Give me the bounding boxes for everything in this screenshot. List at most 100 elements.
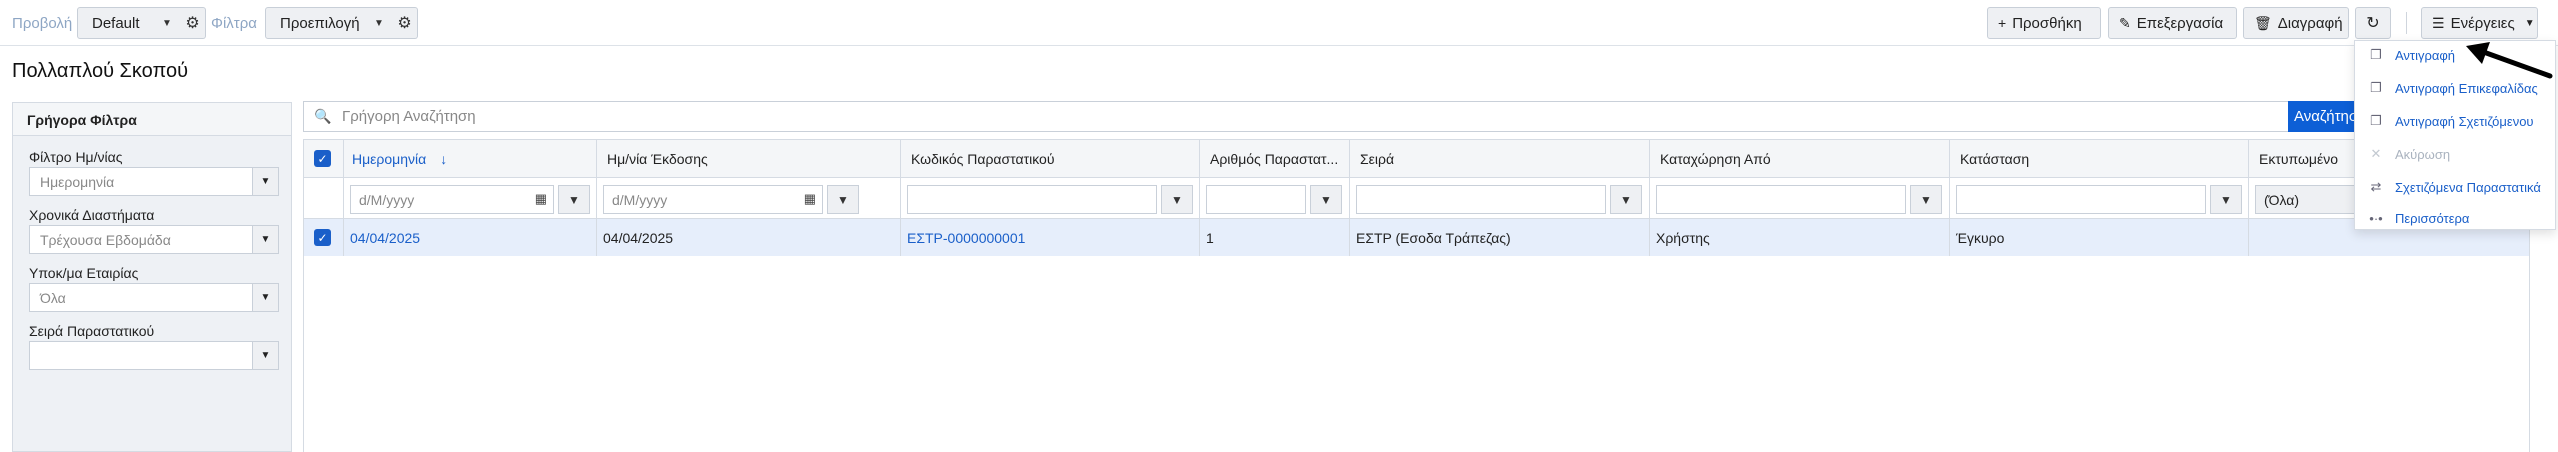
date-filter-input[interactable]: d/M/yyyy ▦	[350, 185, 554, 214]
period-filter-value: Τρέχουσα Εβδομάδα	[40, 231, 171, 248]
trash-icon: 🗑	[2254, 14, 2272, 31]
filter-cell-code: ▼	[901, 177, 1200, 219]
series-filter-input[interactable]	[1356, 185, 1606, 214]
menu-item-related-documents[interactable]: ⇄ Σχετιζόμενα Παραστατικά	[2367, 177, 2541, 197]
cell-created-by: Χρήστης	[1650, 219, 1950, 256]
filter-icon[interactable]: ▼	[1610, 185, 1642, 214]
filter-cell-series: ▼	[1350, 177, 1650, 219]
refresh-icon: ↻	[2366, 15, 2380, 32]
filter-icon[interactable]: ▼	[558, 185, 590, 214]
refresh-button[interactable]: ↻	[2355, 7, 2391, 39]
page-title: Πολλαπλού Σκοπού	[12, 60, 189, 82]
column-header-status[interactable]: Κατάσταση	[1950, 140, 2249, 177]
column-header-code[interactable]: Κωδικός Παραστατικού	[901, 140, 1200, 177]
column-header-date[interactable]: Ημερομηνία ↓	[344, 140, 597, 177]
add-button-label: Προσθήκη	[2012, 14, 2082, 32]
created-by-filter-input[interactable]	[1656, 185, 1906, 214]
filter-icon[interactable]: ▼	[2210, 185, 2242, 214]
code-filter-input[interactable]	[907, 185, 1157, 214]
column-header-date-label: Ημερομηνία	[352, 150, 427, 167]
toolbar: Προβολή Default ▼ ⚙ Φίλτρα Προεπιλογή ▼ …	[0, 0, 2558, 46]
copy-icon: ❐	[2370, 80, 2382, 95]
plus-icon: +	[1998, 15, 2007, 31]
filter-settings-gear-icon[interactable]: ⚙	[392, 7, 418, 39]
filter-cell-status: ▼	[1950, 177, 2249, 219]
period-filter-select[interactable]: Τρέχουσα Εβδομάδα ▼	[29, 225, 279, 254]
calendar-icon[interactable]: ▦	[535, 191, 547, 207]
row-checkbox[interactable]: ✓	[304, 219, 344, 256]
filter-cell-issue-date: d/M/yyyy ▦ ▼	[597, 177, 901, 219]
filter-cell-created-by: ▼	[1650, 177, 1950, 219]
date-filter-label: Φίλτρο Ημ/νίας	[29, 149, 123, 165]
branch-filter-select[interactable]: Όλα ▼	[29, 283, 279, 312]
status-filter-input[interactable]	[1956, 185, 2206, 214]
cell-status: Έγκυρο	[1950, 219, 2249, 256]
search-button[interactable]: Αναζήτηση	[2288, 101, 2358, 132]
column-header-series[interactable]: Σειρά	[1350, 140, 1650, 177]
menu-item-cancel-label: Ακύρωση	[2395, 146, 2451, 162]
filter-select[interactable]: Προεπιλογή ▼	[265, 7, 393, 39]
exchange-icon: ⇄	[2370, 179, 2382, 194]
series-filter-select[interactable]: ▼	[29, 341, 279, 370]
chevron-down-icon: ▼	[162, 17, 172, 29]
filter-cell-number: ▼	[1200, 177, 1350, 219]
search-icon: 🔍	[314, 108, 332, 124]
date-filter-select[interactable]: Ημερομηνία ▼	[29, 167, 279, 196]
menu-item-more[interactable]: •·• Περισσότερα	[2367, 208, 2469, 228]
number-filter-input[interactable]	[1206, 185, 1306, 214]
filter-label: Φίλτρα	[211, 15, 257, 32]
copy-icon: ❐	[2370, 113, 2382, 128]
calendar-icon[interactable]: ▦	[804, 191, 816, 207]
actions-button[interactable]: ☰ Ενέργειες ▼	[2421, 7, 2538, 39]
actions-button-label: Ενέργειες	[2450, 14, 2515, 32]
printed-filter-select[interactable]: (Όλα)	[2255, 185, 2365, 214]
view-select[interactable]: Default ▼	[77, 7, 181, 39]
menu-item-more-label: Περισσότερα	[2395, 210, 2470, 226]
cell-date[interactable]: 04/04/2025	[344, 219, 597, 256]
date-filter-value: Ημερομηνία	[40, 173, 115, 190]
cell-code[interactable]: ΕΣΤΡ-0000000001	[901, 219, 1200, 256]
view-label: Προβολή	[12, 15, 73, 32]
quick-search-input[interactable]: 🔍 Γρήγορη Αναζήτηση	[303, 101, 2353, 132]
issue-date-filter-input[interactable]: d/M/yyyy ▦	[603, 185, 823, 214]
cell-issue-date: 04/04/2025	[597, 219, 901, 256]
filter-icon[interactable]: ▼	[1310, 185, 1342, 214]
menu-item-copy-header[interactable]: ❐ Αντιγραφή Επικεφαλίδας	[2367, 78, 2538, 98]
branch-filter-label: Υποκ/μα Εταιρίας	[29, 265, 139, 281]
sort-down-icon: ↓	[440, 150, 448, 167]
chevron-down-icon: ▼	[252, 284, 278, 311]
menu-item-copy-label: Αντιγραφή	[2395, 47, 2456, 63]
column-header-number[interactable]: Αριθμός Παραστατ...	[1200, 140, 1350, 177]
documents-grid: ✓ Ημερομηνία ↓ Ημ/νία Έκδοσης Κωδικός Πα…	[303, 139, 2530, 452]
filter-cell-empty	[304, 177, 344, 219]
cell-number: 1	[1200, 219, 1350, 256]
pencil-icon: ✎	[2119, 14, 2131, 31]
quick-search-placeholder: Γρήγορη Αναζήτηση	[342, 108, 476, 125]
filter-icon[interactable]: ▼	[1161, 185, 1193, 214]
edit-button[interactable]: ✎ Επεξεργασία	[2108, 7, 2237, 39]
delete-button-label: Διαγραφή	[2277, 14, 2343, 32]
filter-cell-date: d/M/yyyy ▦ ▼	[344, 177, 597, 219]
column-header-issue-date[interactable]: Ημ/νία Έκδοσης	[597, 140, 901, 177]
chevron-down-icon: ▼	[374, 17, 384, 29]
menu-item-copy[interactable]: ❐ Αντιγραφή	[2367, 45, 2455, 65]
series-filter-label: Σειρά Παραστατικού	[29, 323, 155, 339]
filter-icon[interactable]: ▼	[827, 185, 859, 214]
more-icon: •·•	[2369, 210, 2383, 226]
view-select-value: Default	[92, 14, 140, 32]
check-icon: ✓	[314, 150, 331, 167]
add-button[interactable]: + Προσθήκη	[1987, 7, 2101, 39]
quick-filters-title: Γρήγορα Φίλτρα	[13, 103, 291, 136]
chevron-down-icon: ▼	[252, 342, 278, 369]
quick-filters-panel: Γρήγορα Φίλτρα Φίλτρο Ημ/νίας Ημερομηνία…	[12, 102, 292, 452]
view-settings-gear-icon[interactable]: ⚙	[180, 7, 206, 39]
delete-button[interactable]: 🗑 Διαγραφή	[2243, 7, 2349, 39]
copy-icon: ❐	[2370, 47, 2382, 62]
column-header-created-by[interactable]: Καταχώρηση Από	[1650, 140, 1950, 177]
menu-item-copy-related[interactable]: ❐ Αντιγραφή Σχετιζόμενου	[2367, 111, 2534, 131]
menu-item-copy-related-label: Αντιγραφή Σχετιζόμενου	[2395, 113, 2534, 129]
select-all-checkbox[interactable]: ✓	[304, 140, 344, 177]
filter-icon[interactable]: ▼	[1910, 185, 1942, 214]
branch-filter-value: Όλα	[40, 289, 66, 306]
check-icon: ✓	[314, 229, 331, 246]
